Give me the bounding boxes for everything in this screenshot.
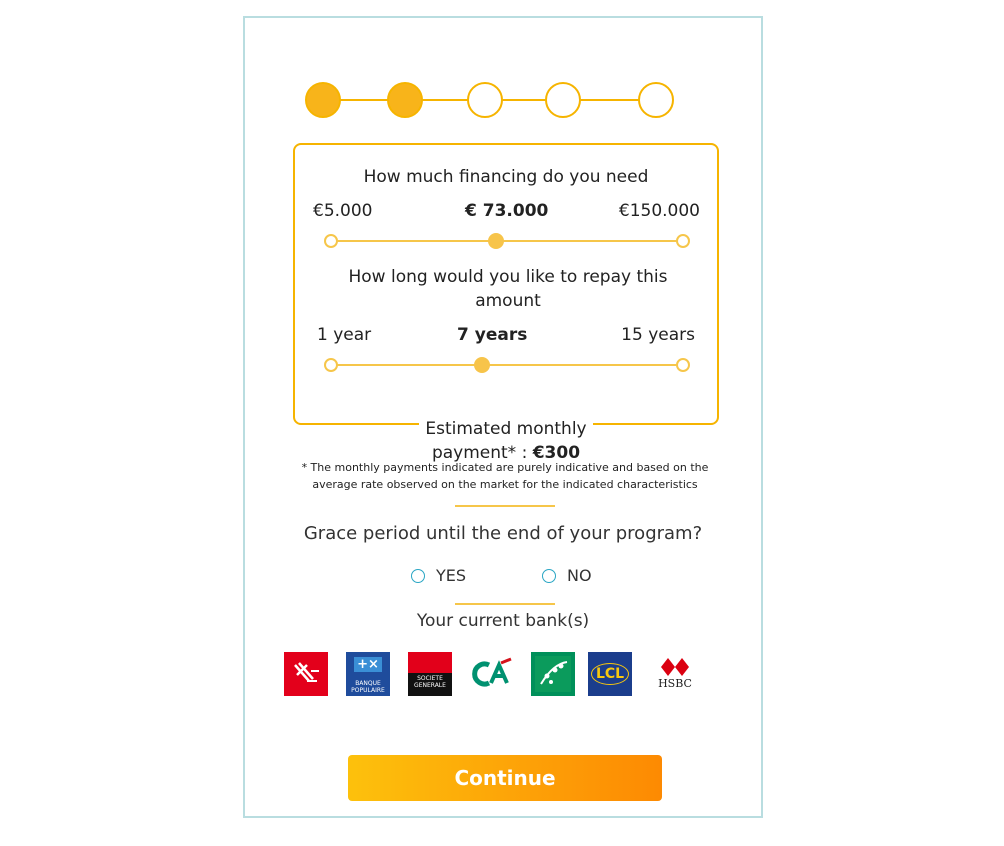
banque-populaire-cross-icon: +× (354, 656, 382, 672)
grace-yes-label: YES (436, 566, 467, 585)
caisse-epargne-icon (294, 662, 319, 682)
duration-slider-handle[interactable] (473, 357, 490, 373)
financing-question: How much financing do you need (363, 167, 649, 187)
financing-slider-max-stop (676, 234, 690, 248)
financing-min-label: €5.000 (313, 201, 373, 221)
credit-agricole-logo[interactable] (470, 652, 514, 696)
duration-range-labels: 1 year 7 years 15 years (295, 325, 717, 349)
disclaimer-note: * The monthly payments indicated are pur… (301, 461, 709, 491)
financing-range-labels: €5.000 € 73.000 €150.000 (295, 201, 717, 225)
duration-value-label: 7 years (457, 325, 528, 345)
step-4[interactable] (545, 82, 581, 118)
continue-button[interactable]: Continue (348, 755, 662, 801)
progress-stepper (305, 80, 675, 120)
step-2[interactable] (387, 82, 423, 118)
financing-form-card: How much financing do you need €5.000 € … (243, 16, 763, 818)
societe-generale-logo[interactable]: SOCIETE GENERALE (408, 652, 452, 696)
bnp-paribas-icon (535, 656, 571, 692)
financing-slider-track (331, 240, 683, 242)
financing-slider-min-stop (324, 234, 338, 248)
financing-max-label: €150.000 (618, 201, 700, 221)
hsbc-logo[interactable]: HSBC (653, 652, 697, 696)
duration-slider-track (331, 364, 683, 366)
hsbc-text: HSBC (658, 677, 692, 690)
section-divider (455, 603, 555, 605)
duration-slider[interactable] (324, 357, 690, 373)
hsbc-hexagon-icon (661, 658, 689, 676)
step-3[interactable] (467, 82, 503, 118)
duration-question: How long would you like to repay this am… (348, 267, 668, 311)
credit-agricole-icon (472, 657, 512, 687)
duration-max-label: 15 years (621, 325, 695, 345)
banque-populaire-text: BANQUE POPULAIRE (351, 679, 385, 694)
bank-question: Your current bank(s) (416, 611, 590, 631)
monthly-payment-estimate: Estimated monthly payment* : €300 (419, 417, 593, 465)
step-1[interactable] (305, 82, 341, 118)
societe-generale-text: SOCIETE GENERALE (408, 673, 452, 696)
societe-generale-red-band (408, 652, 452, 673)
bnp-paribas-logo[interactable] (531, 652, 575, 696)
caisse-epargne-logo[interactable] (284, 652, 328, 696)
duration-slider-min-stop (324, 358, 338, 372)
financing-value-label: € 73.000 (465, 201, 549, 221)
section-divider (455, 505, 555, 507)
lcl-text: LCL (590, 663, 630, 685)
grace-question: Grace period until the end of your progr… (303, 523, 703, 544)
lcl-logo[interactable]: LCL (588, 652, 632, 696)
duration-min-label: 1 year (317, 325, 372, 345)
financing-slider[interactable] (324, 233, 690, 249)
grace-yes-option[interactable]: YES (411, 566, 466, 585)
banque-populaire-logo[interactable]: +× BANQUE POPULAIRE (346, 652, 390, 696)
step-5[interactable] (638, 82, 674, 118)
grace-yes-radio[interactable] (411, 568, 425, 583)
grace-no-label: NO (567, 566, 592, 585)
duration-slider-max-stop (676, 358, 690, 372)
grace-no-radio[interactable] (542, 568, 556, 583)
financing-slider-handle[interactable] (488, 233, 505, 249)
grace-no-option[interactable]: NO (542, 566, 592, 585)
financing-box: How much financing do you need €5.000 € … (293, 143, 719, 425)
